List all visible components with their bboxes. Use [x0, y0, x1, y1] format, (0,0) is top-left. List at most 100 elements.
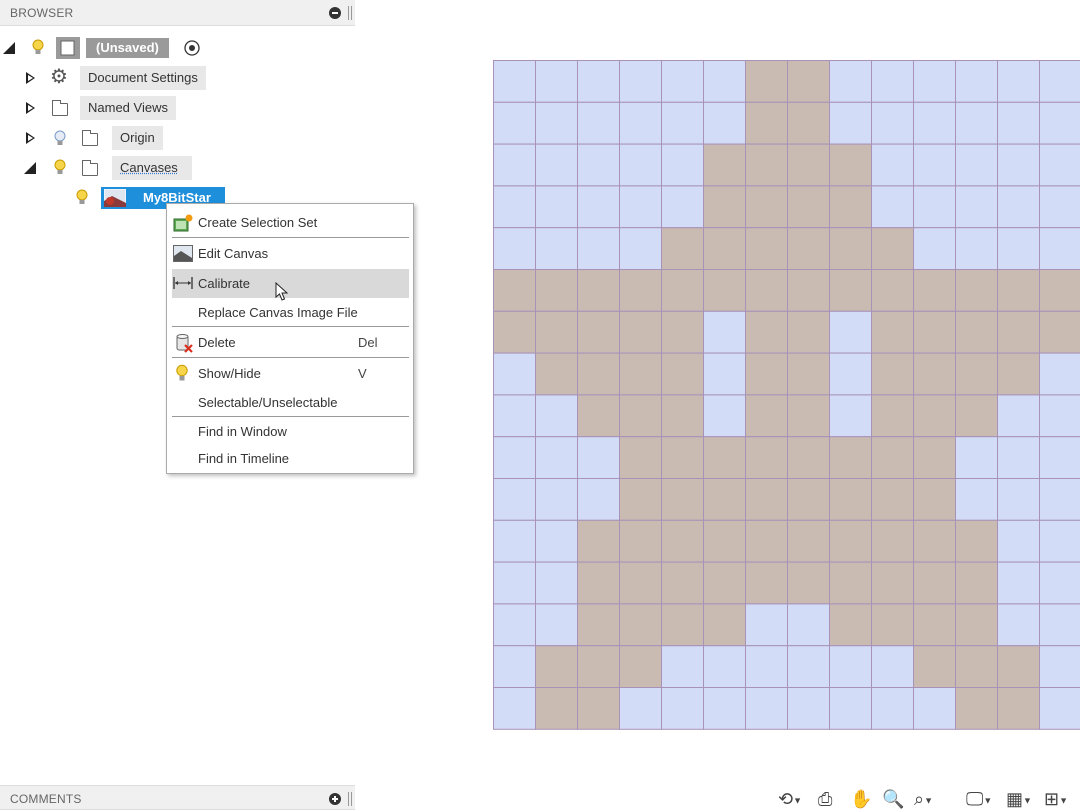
panel-grip-icon[interactable] [348, 792, 352, 806]
collapse-arrow-icon[interactable] [24, 162, 36, 174]
display-settings-tool[interactable]: 🖵▼ [966, 788, 992, 810]
canvas-pixel [914, 520, 956, 562]
expand-arrow-icon[interactable] [26, 132, 35, 144]
menu-item-show-hide[interactable]: Show/Hide V [172, 359, 409, 388]
tree-item-canvases[interactable]: Canvases [0, 156, 196, 180]
canvas-pixel [746, 437, 788, 479]
canvas-pixel [620, 228, 662, 270]
canvas-pixel [956, 604, 998, 646]
canvas-pixel [872, 228, 914, 270]
canvas-pixel [998, 186, 1040, 228]
activate-radio-icon[interactable] [184, 40, 200, 56]
panel-grip-icon[interactable] [348, 6, 352, 20]
orbit-tool[interactable]: ⟲▼ [778, 788, 802, 810]
grid-settings-tool[interactable]: ▦▼ [1006, 788, 1032, 810]
canvas-pixel [536, 479, 578, 521]
dropdown-caret-icon[interactable]: ▼ [1059, 795, 1068, 805]
expand-arrow-icon[interactable] [26, 72, 35, 84]
menu-item-label: Delete [198, 328, 236, 357]
menu-item-calibrate[interactable]: Calibrate [172, 269, 409, 298]
lightbulb-icon[interactable] [76, 189, 88, 205]
canvas-pixel [998, 311, 1040, 353]
canvas-pixel [1040, 437, 1080, 479]
canvas-pixel [578, 520, 620, 562]
canvas-pixel [746, 144, 788, 186]
dropdown-caret-icon[interactable]: ▼ [1023, 795, 1032, 805]
canvas-pixel [662, 102, 704, 144]
canvas-pixel [830, 395, 872, 437]
canvas-pixel [872, 270, 914, 312]
canvas-pixel [788, 186, 830, 228]
canvas-pixel [746, 520, 788, 562]
menu-item-edit-canvas[interactable]: Edit Canvas [172, 239, 409, 268]
menu-item-selectable-unselectable[interactable]: Selectable/Unselectable [172, 388, 409, 417]
canvas-image[interactable] [493, 60, 1080, 731]
root-label[interactable]: (Unsaved) [86, 38, 169, 58]
dropdown-caret-icon[interactable]: ▼ [924, 795, 933, 805]
tree-item-named-views[interactable]: Named Views [0, 96, 185, 120]
collapse-arrow-icon[interactable] [3, 42, 15, 54]
canvas-pixel [914, 353, 956, 395]
canvas-pixel [956, 144, 998, 186]
canvas-pixel [704, 270, 746, 312]
canvas-pixel [1040, 311, 1080, 353]
canvas-pixel [494, 102, 536, 144]
canvas-pixel [704, 144, 746, 186]
tree-item-origin[interactable]: Origin [0, 126, 165, 150]
canvas-pixel [872, 186, 914, 228]
dropdown-caret-icon[interactable]: ▼ [983, 795, 992, 805]
calibrate-icon [173, 276, 193, 290]
canvas-pixel [494, 395, 536, 437]
fit-tool[interactable]: ⌕▼ [914, 788, 933, 810]
canvas-pixel [620, 186, 662, 228]
canvas-pixel [956, 61, 998, 103]
tree-item-document-settings[interactable]: ⚙ Document Settings [0, 66, 215, 90]
canvas-pixel [956, 646, 998, 688]
look-at-tool[interactable]: ⎙ [818, 788, 832, 810]
canvas-pixel [914, 270, 956, 312]
menu-item-delete[interactable]: Delete Del [172, 328, 409, 357]
zoom-tool[interactable]: 🔍 [882, 788, 904, 810]
canvas-pixel [788, 353, 830, 395]
lightbulb-icon[interactable] [32, 39, 44, 55]
pan-tool[interactable]: ✋ [850, 788, 872, 810]
canvas-pixel [620, 144, 662, 186]
canvas-pixel [998, 604, 1040, 646]
lightbulb-icon[interactable] [54, 130, 66, 146]
canvas-pixel [662, 311, 704, 353]
canvas-pixel [956, 270, 998, 312]
tree-root[interactable]: (Unsaved) [0, 36, 220, 60]
menu-item-create-selection-set[interactable]: Create Selection Set [172, 208, 409, 237]
pan-icon: ✋ [850, 789, 872, 809]
lightbulb-icon[interactable] [54, 159, 66, 175]
canvas-pixel [788, 228, 830, 270]
canvas-pixel [536, 437, 578, 479]
canvas-pixel [536, 520, 578, 562]
canvas-pixel [494, 311, 536, 353]
expand-panel-icon[interactable] [329, 793, 341, 805]
canvas-pixel [830, 479, 872, 521]
canvas-pixel [494, 186, 536, 228]
canvas-pixel [494, 61, 536, 103]
menu-item-find-in-window[interactable]: Find in Window [172, 417, 409, 446]
canvas-pixel [830, 353, 872, 395]
expand-arrow-icon[interactable] [26, 102, 35, 114]
viewports-tool[interactable]: ⊞▼ [1044, 788, 1068, 810]
canvas-pixel [704, 604, 746, 646]
menu-item-find-in-timeline[interactable]: Find in Timeline [172, 444, 409, 473]
canvas-pixel [956, 520, 998, 562]
canvas-pixel [620, 437, 662, 479]
dropdown-caret-icon[interactable]: ▼ [793, 795, 802, 805]
canvas-pixel [872, 646, 914, 688]
menu-item-replace-canvas-image-file[interactable]: Replace Canvas Image File [172, 298, 409, 327]
canvas-pixel [872, 437, 914, 479]
canvas-pixel [494, 688, 536, 730]
tree-item-label: Origin [112, 126, 163, 150]
collapse-panel-icon[interactable] [329, 7, 341, 19]
canvas-pixel [494, 562, 536, 604]
canvas-pixel [662, 186, 704, 228]
canvas-pixel [830, 520, 872, 562]
canvas-pixel [788, 270, 830, 312]
canvas-pixel [704, 186, 746, 228]
canvas-pixel [536, 604, 578, 646]
